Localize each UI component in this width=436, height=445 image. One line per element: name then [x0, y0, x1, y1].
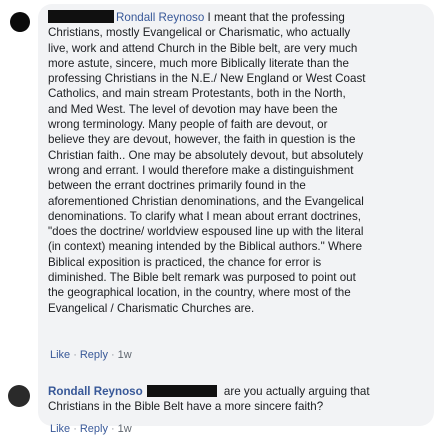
comment-line: Biblical exposition is practiced, the ch… [48, 255, 322, 269]
separator: · [73, 423, 77, 435]
comment-line: Christian faith.. One may be absolutely … [48, 148, 364, 162]
separator: · [110, 349, 115, 361]
avatar[interactable] [8, 385, 30, 407]
comment-line: diminished. The Bible belt remark was pu… [48, 271, 356, 285]
redacted-name [48, 10, 114, 23]
separator: · [73, 349, 77, 361]
comment-line-first: Rondall Reynoso I meant that the profess… [48, 10, 365, 25]
comment-line: wrong terminology. Many people of faith … [48, 118, 328, 132]
comment-body: Rondall Reynoso I meant that the profess… [48, 10, 365, 316]
timestamp[interactable]: 1w [118, 349, 132, 361]
comment-line: Catholics, and main stream Protestants, … [48, 87, 346, 101]
comment-line: live, work and attend Church in the Bibl… [48, 41, 358, 55]
reply-link[interactable]: Reply [80, 349, 108, 361]
reply-link[interactable]: Reply [80, 423, 108, 435]
comment-line: aforementioned Christian denominations, … [48, 194, 364, 208]
comment-line: Evangelical / Charismatic Churches are. [48, 301, 255, 315]
comment-line: (in context) meaning intended by the Bib… [48, 240, 363, 254]
comment-line: are you actually arguing that [220, 385, 370, 398]
comment-line: "does the doctrine/ worldview espoused l… [48, 225, 364, 239]
comment-line: more astute, sincere, much more Biblical… [48, 56, 349, 70]
avatar[interactable] [10, 12, 30, 32]
comment-line: denominations. To clarify what I mean ab… [48, 209, 361, 223]
comment-body: Rondall Reynoso are you actually arguing… [48, 384, 370, 415]
comment-line: the geographical location, in the countr… [48, 286, 351, 300]
comment-actions: Like · Reply · 1w [50, 423, 132, 435]
separator: · [110, 423, 115, 435]
like-link[interactable]: Like [50, 423, 70, 435]
comment-actions: Like · Reply · 1w [50, 349, 132, 361]
author-name[interactable]: Rondall Reynoso [48, 385, 143, 398]
like-link[interactable]: Like [50, 349, 70, 361]
comment-line: Christians in the Bible Belt have a more… [48, 400, 324, 414]
mention-link[interactable]: Rondall Reynoso [116, 11, 204, 24]
comment-line: professing Christians in the N.E./ New E… [48, 72, 366, 86]
redacted-name [146, 385, 217, 397]
timestamp[interactable]: 1w [118, 423, 132, 435]
comment-line: I meant that the professing [204, 11, 345, 24]
comment-line: between the errant doctrines primarily f… [48, 179, 306, 193]
comment-line: believe they are devout, however, the fa… [48, 133, 356, 147]
comment-line: Christians, mostly Evangelical or Charis… [48, 26, 351, 40]
comment-line-first: Rondall Reynoso are you actually arguing… [48, 384, 370, 399]
comment-line: wrong and errant. I would therefore make… [48, 163, 354, 177]
comment-line: and Med West. The level of devotion may … [48, 102, 338, 116]
